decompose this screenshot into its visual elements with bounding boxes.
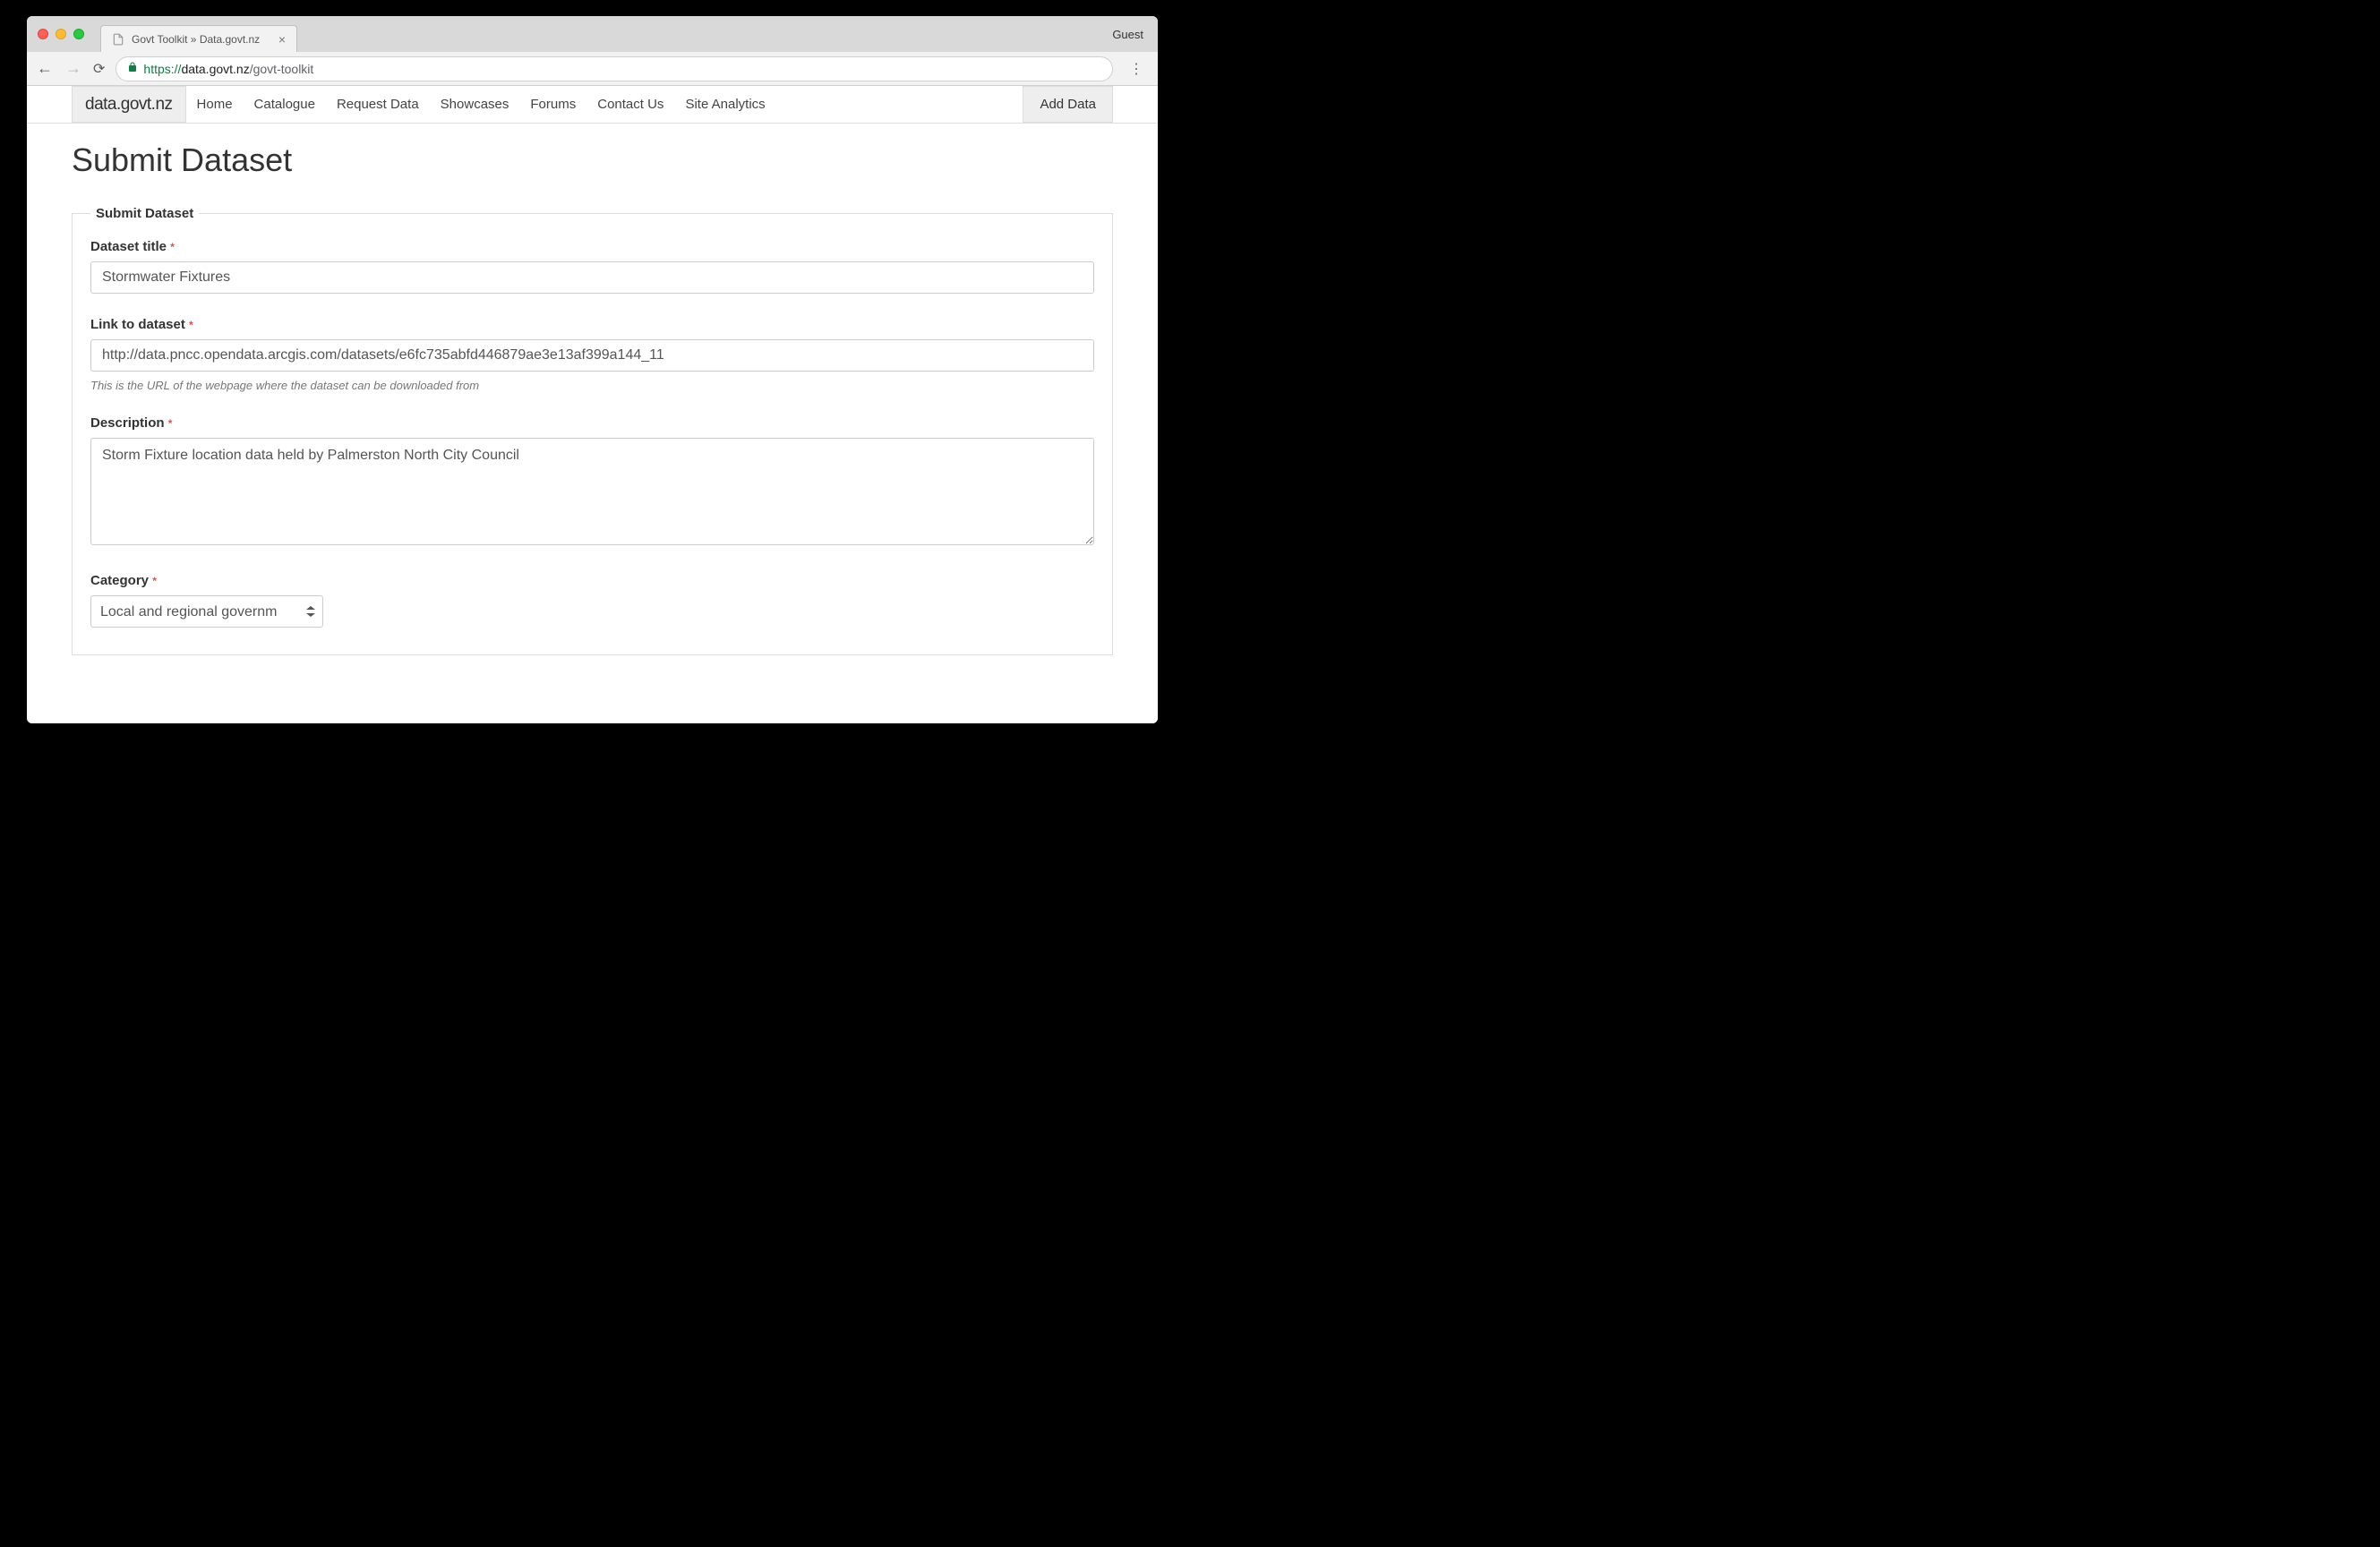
file-icon bbox=[112, 33, 124, 46]
required-icon: * bbox=[168, 417, 173, 430]
page-title: Submit Dataset bbox=[72, 141, 1113, 179]
nav-links: Home Catalogue Request Data Showcases Fo… bbox=[186, 86, 776, 123]
nav-link-home[interactable]: Home bbox=[186, 86, 244, 123]
submit-dataset-fieldset: Submit Dataset Dataset title * Link to d… bbox=[72, 206, 1113, 655]
dataset-title-label: Dataset title * bbox=[90, 239, 1094, 254]
category-label: Category * bbox=[90, 573, 1094, 588]
dataset-title-input[interactable] bbox=[90, 261, 1094, 294]
maximize-window-button[interactable] bbox=[73, 29, 84, 39]
browser-window: Govt Toolkit » Data.govt.nz × Guest ← → … bbox=[27, 16, 1158, 723]
nav-link-catalogue[interactable]: Catalogue bbox=[244, 86, 326, 123]
browser-menu-icon[interactable]: ⋮ bbox=[1124, 60, 1149, 78]
nav-link-showcases[interactable]: Showcases bbox=[430, 86, 520, 123]
back-button[interactable]: ← bbox=[36, 59, 54, 78]
form-group-link: Link to dataset * This is the URL of the… bbox=[90, 317, 1094, 392]
category-select[interactable]: Local and regional governm bbox=[90, 595, 323, 628]
main-area: Submit Dataset Submit Dataset Dataset ti… bbox=[27, 124, 1158, 673]
dataset-link-input[interactable] bbox=[90, 339, 1094, 372]
close-tab-icon[interactable]: × bbox=[278, 33, 286, 46]
forward-button[interactable]: → bbox=[64, 59, 82, 78]
minimize-window-button[interactable] bbox=[56, 29, 66, 39]
nav-link-request-data[interactable]: Request Data bbox=[326, 86, 430, 123]
site-nav: data.govt.nz Home Catalogue Request Data… bbox=[27, 86, 1158, 124]
form-group-title: Dataset title * bbox=[90, 239, 1094, 294]
browser-title-bar: Govt Toolkit » Data.govt.nz × Guest bbox=[27, 16, 1158, 52]
link-help-text: This is the URL of the webpage where the… bbox=[90, 379, 1094, 392]
dataset-link-label: Link to dataset * bbox=[90, 317, 1094, 332]
browser-toolbar: ← → ⟳ https://data.govt.nz/govt-toolkit … bbox=[27, 52, 1158, 86]
fieldset-legend: Submit Dataset bbox=[90, 206, 199, 221]
description-label: Description * bbox=[90, 415, 1094, 431]
nav-link-forums[interactable]: Forums bbox=[519, 86, 586, 123]
page-content: data.govt.nz Home Catalogue Request Data… bbox=[27, 86, 1158, 723]
lock-icon bbox=[127, 62, 138, 75]
required-icon: * bbox=[189, 319, 193, 331]
add-data-button[interactable]: Add Data bbox=[1023, 86, 1113, 123]
close-window-button[interactable] bbox=[38, 29, 48, 39]
window-controls bbox=[38, 29, 84, 39]
site-logo[interactable]: data.govt.nz bbox=[72, 86, 186, 123]
form-group-description: Description * bbox=[90, 415, 1094, 550]
reload-button[interactable]: ⟳ bbox=[93, 60, 105, 78]
required-icon: * bbox=[152, 575, 157, 587]
profile-label[interactable]: Guest bbox=[1112, 28, 1147, 41]
form-group-category: Category * Local and regional governm bbox=[90, 573, 1094, 628]
url-text: https://data.govt.nz/govt-toolkit bbox=[143, 62, 313, 76]
address-bar[interactable]: https://data.govt.nz/govt-toolkit bbox=[116, 56, 1113, 81]
required-icon: * bbox=[170, 241, 175, 253]
nav-link-contact[interactable]: Contact Us bbox=[586, 86, 674, 123]
browser-tab[interactable]: Govt Toolkit » Data.govt.nz × bbox=[100, 25, 297, 52]
description-textarea[interactable] bbox=[90, 438, 1094, 545]
nav-link-analytics[interactable]: Site Analytics bbox=[674, 86, 775, 123]
tab-title: Govt Toolkit » Data.govt.nz bbox=[132, 33, 260, 46]
